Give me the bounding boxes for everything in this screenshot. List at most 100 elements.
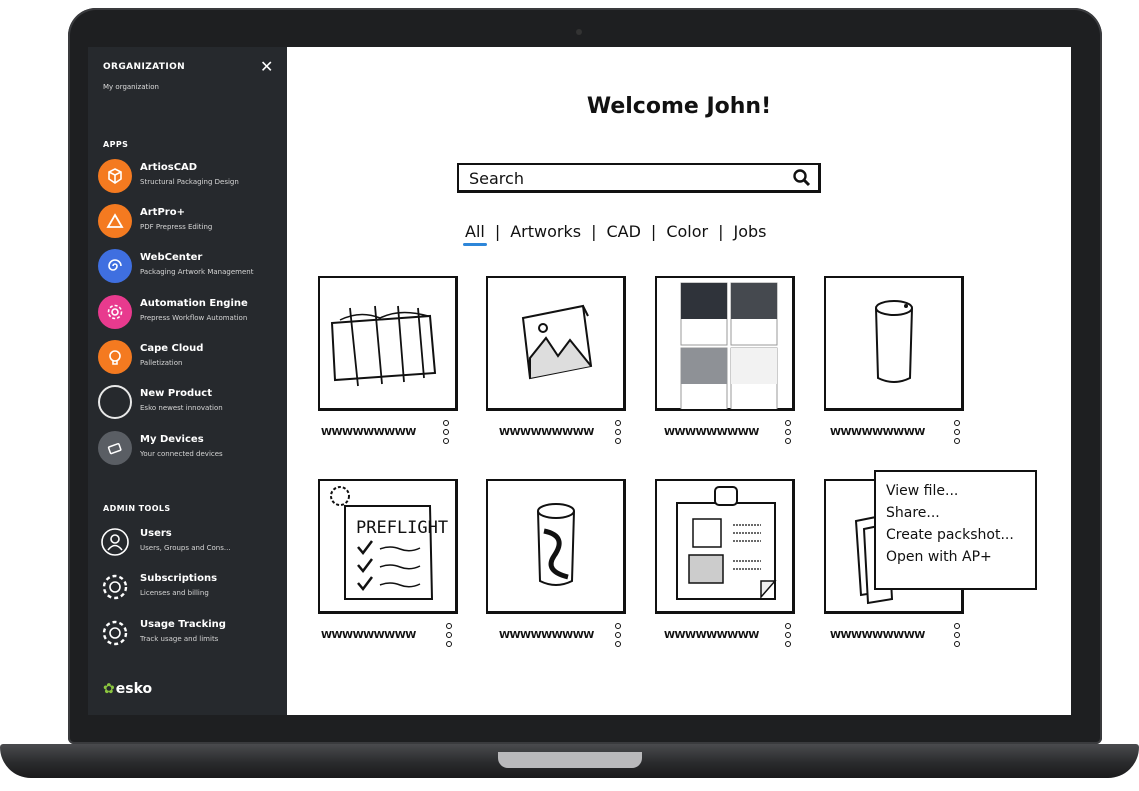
menu-create-packshot[interactable]: Create packshot...	[886, 524, 1035, 546]
app-my-devices[interactable]: My Devices Your connected devices	[98, 431, 283, 467]
file-card-cad[interactable]	[318, 276, 458, 411]
tab-artworks[interactable]: Artworks	[510, 222, 581, 241]
tab-separator: |	[591, 222, 597, 241]
app-desc: Prepress Workflow Automation	[140, 314, 248, 322]
devices-icon	[98, 431, 132, 465]
file-card-job[interactable]	[655, 479, 795, 614]
card-caption: WWWWWWWWW	[499, 630, 594, 641]
app-name: New Product	[140, 388, 212, 399]
gear-icon	[98, 295, 132, 329]
admin-tools-title: ADMIN TOOLS	[103, 504, 171, 513]
org-title: ORGANIZATION	[103, 62, 186, 72]
card-caption: WWWWWWWWW	[321, 630, 416, 641]
more-options-icon[interactable]	[784, 420, 792, 444]
admin-desc: Licenses and billing	[140, 589, 209, 597]
more-options-icon[interactable]	[953, 623, 961, 647]
user-icon	[98, 525, 132, 559]
card-caption: WWWWWWWWW	[830, 630, 925, 641]
more-options-icon[interactable]	[614, 623, 622, 647]
file-card-artwork[interactable]	[486, 276, 626, 411]
tab-separator: |	[650, 222, 657, 241]
app-new-product[interactable]: New Product Esko newest innovation	[98, 385, 283, 421]
tab-separator: |	[718, 222, 724, 241]
app-artioscad[interactable]: ArtiosCAD Structural Packaging Design	[98, 159, 283, 195]
card-caption: WWWWWWWWW	[830, 427, 925, 438]
tab-color[interactable]: Color	[666, 222, 708, 241]
menu-open-with-ap[interactable]: Open with AP+	[886, 546, 1035, 568]
app-desc: Your connected devices	[140, 450, 223, 458]
tab-cad[interactable]: CAD	[606, 222, 640, 241]
color-swatches-icon	[680, 282, 778, 411]
app-cape-cloud[interactable]: Cape Cloud Palletization	[98, 340, 283, 376]
admin-desc: Users, Groups and Cons...	[140, 544, 231, 552]
more-options-icon[interactable]	[953, 420, 961, 444]
app-name: Automation Engine	[140, 298, 248, 309]
app-name: WebCenter	[140, 252, 203, 263]
app-name: My Devices	[140, 434, 204, 445]
more-options-icon[interactable]	[445, 623, 453, 647]
app-artpro[interactable]: ArtPro+ PDF Prepress Editing	[98, 204, 283, 240]
tab-all[interactable]: All	[463, 222, 487, 246]
more-options-icon[interactable]	[784, 623, 792, 647]
main-content: Welcome John! Search All | Artworks | CAD | Co…	[287, 47, 1071, 715]
admin-name: Subscriptions	[140, 573, 218, 584]
cube-icon	[98, 159, 132, 193]
can-icon	[537, 503, 575, 586]
admin-users[interactable]: Users Users, Groups and Cons...	[98, 525, 283, 561]
admin-name: Users	[140, 528, 172, 539]
cog-icon	[98, 570, 132, 604]
circle-icon	[98, 385, 132, 419]
esko-logo: ✿esko	[103, 681, 152, 697]
search-icon[interactable]	[792, 168, 812, 188]
can-icon	[875, 300, 913, 383]
card-caption: WWWWWWWWW	[499, 427, 594, 438]
app-desc: Packaging Artwork Management	[140, 268, 254, 276]
app-desc: PDF Prepress Editing	[140, 223, 213, 231]
admin-name: Usage Tracking	[140, 619, 226, 630]
org-name: My organization	[103, 83, 159, 91]
file-card-color[interactable]	[655, 276, 795, 411]
search-input[interactable]: Search	[457, 163, 821, 193]
app-desc: Esko newest innovation	[140, 404, 223, 412]
menu-share[interactable]: Share...	[886, 502, 1035, 524]
search-placeholder: Search	[469, 169, 524, 188]
bulb-icon	[98, 340, 132, 374]
more-options-icon[interactable]	[614, 420, 622, 444]
admin-usage-tracking[interactable]: Usage Tracking Track usage and limits	[98, 616, 283, 652]
context-menu: View file... Share... Create packshot...…	[874, 470, 1037, 590]
app-name: ArtiosCAD	[140, 162, 198, 173]
tab-jobs[interactable]: Jobs	[733, 222, 766, 241]
triangle-icon	[98, 204, 132, 238]
cog-icon	[98, 616, 132, 650]
logo-text: esko	[115, 681, 153, 697]
preflight-report-icon: PREFLIGHT	[330, 486, 448, 600]
card-caption: WWWWWWWWW	[664, 427, 759, 438]
laptop-notch	[498, 752, 642, 768]
app-webcenter[interactable]: WebCenter Packaging Artwork Management	[98, 249, 283, 285]
apps-title: APPS	[103, 140, 129, 149]
more-options-icon[interactable]	[442, 420, 450, 444]
close-icon[interactable]: ✕	[260, 57, 273, 76]
tab-separator: |	[494, 222, 501, 241]
admin-subscriptions[interactable]: Subscriptions Licenses and billing	[98, 570, 283, 606]
esko-logo-mark: ✿	[103, 681, 115, 697]
menu-view-file[interactable]: View file...	[886, 480, 1035, 502]
app-desc: Structural Packaging Design	[140, 178, 239, 186]
card-caption: WWWWWWWWW	[321, 427, 416, 438]
app-desc: Palletization	[140, 359, 183, 367]
file-card-can-artwork[interactable]	[486, 479, 626, 614]
camera	[576, 29, 582, 35]
screen: ORGANIZATION My organization ✕ APPS Arti…	[88, 47, 1071, 715]
admin-desc: Track usage and limits	[140, 635, 219, 643]
app-automation-engine[interactable]: Automation Engine Prepress Workflow Auto…	[98, 295, 283, 331]
spiral-icon	[98, 249, 132, 283]
sidebar: ORGANIZATION My organization ✕ APPS Arti…	[88, 47, 287, 715]
filter-tabs: All | Artworks | CAD | Color | Jobs	[463, 222, 766, 246]
card-caption: WWWWWWWWW	[664, 630, 759, 641]
image-icon	[521, 304, 593, 380]
clipboard-icon	[676, 486, 777, 600]
file-card-preflight[interactable]: PREFLIGHT	[318, 479, 458, 614]
welcome-title: Welcome John!	[586, 94, 772, 119]
file-card-can[interactable]	[824, 276, 964, 411]
app-name: ArtPro+	[140, 207, 185, 218]
